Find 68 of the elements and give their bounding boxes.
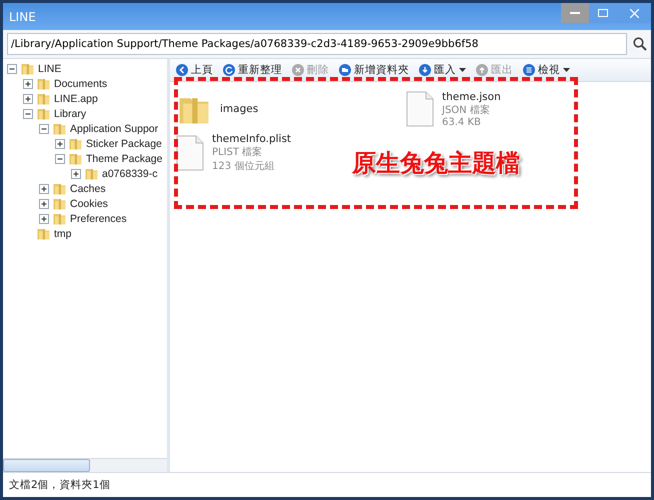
document-icon [406,91,434,127]
new-folder-icon [339,64,351,76]
expand-icon[interactable] [55,138,65,148]
folder-icon [36,226,51,241]
expand-icon[interactable] [23,94,33,104]
expand-icon[interactable] [71,168,81,178]
maximize-button[interactable] [589,3,617,23]
expand-icon[interactable] [39,184,49,194]
toolbar-button[interactable]: 重新整理 [223,63,282,77]
expand-icon[interactable] [39,198,49,208]
refresh-icon [223,64,235,76]
document-icon [176,135,204,171]
folder-icon [52,196,67,211]
collapse-icon[interactable] [55,154,65,164]
file-size: 123 個位元組 [212,160,276,173]
tree-item[interactable]: a0768339-c [102,168,158,180]
back-icon [176,64,188,76]
minimize-icon [570,12,580,14]
file-name[interactable]: themeInfo.plist [212,133,292,145]
collapse-icon[interactable] [23,108,33,118]
folder-icon [68,136,83,151]
delete-icon [292,64,304,76]
import-icon [419,64,431,76]
toolbar-button[interactable]: 匯入 [419,63,466,77]
folder-icon [68,151,83,166]
expand-icon[interactable] [23,78,33,88]
tree-item[interactable]: Library [54,108,86,120]
file-type: JSON 檔案 [442,104,491,116]
tree-item[interactable]: Preferences [70,212,127,224]
window-title: LINE [9,10,36,24]
file-name[interactable]: images [220,103,258,115]
toolbar-button[interactable]: 檢視 [523,63,570,77]
tree-item[interactable]: Sticker Package [86,138,162,150]
folder-icon [36,106,51,121]
folder-icon [20,61,35,76]
tree-item[interactable]: Caches [70,182,106,194]
collapse-icon[interactable] [39,124,49,134]
toolbar-button[interactable]: 上頁 [176,63,213,77]
folder-icon [52,211,67,226]
tree-item[interactable]: Theme Package [86,152,162,164]
file-type: PLIST 檔案 [212,146,264,159]
file-size: 63.4 KB [442,116,482,128]
collapse-icon[interactable] [7,64,17,74]
folder-icon [36,76,51,91]
status-text: 文檔2個，資料夾1個 [9,478,110,492]
folder-icon [52,121,67,136]
file-name[interactable]: theme.json [442,90,501,102]
toolbar-button[interactable]: 新增資料夾 [339,63,409,77]
search-icon[interactable] [633,37,647,51]
address-field[interactable]: /Library/Application Support/Theme Packages/a0768339-c2d3-4189-9653-2909e9bb6f58 [7,33,627,55]
tree-item[interactable]: LINE [38,62,62,74]
expand-icon[interactable] [39,214,49,224]
export-icon [476,64,488,76]
minimize-button[interactable] [561,3,589,23]
tree-item[interactable]: Application Suppor [70,122,158,134]
list-icon [523,64,535,76]
folder-icon [84,166,99,181]
close-button[interactable] [617,3,651,23]
folder-icon [36,91,51,106]
close-icon [630,8,638,18]
tree-item[interactable]: Cookies [70,198,108,210]
tree-item[interactable]: LINE.app [54,92,98,104]
maximize-icon [598,9,608,17]
folder-icon [52,181,67,196]
tree-item[interactable]: Documents [54,78,108,90]
annotation-text: 原生兔兔主題檔 [352,148,520,179]
scrollbar-thumb[interactable] [3,459,90,472]
tree-item[interactable]: tmp [54,228,72,240]
